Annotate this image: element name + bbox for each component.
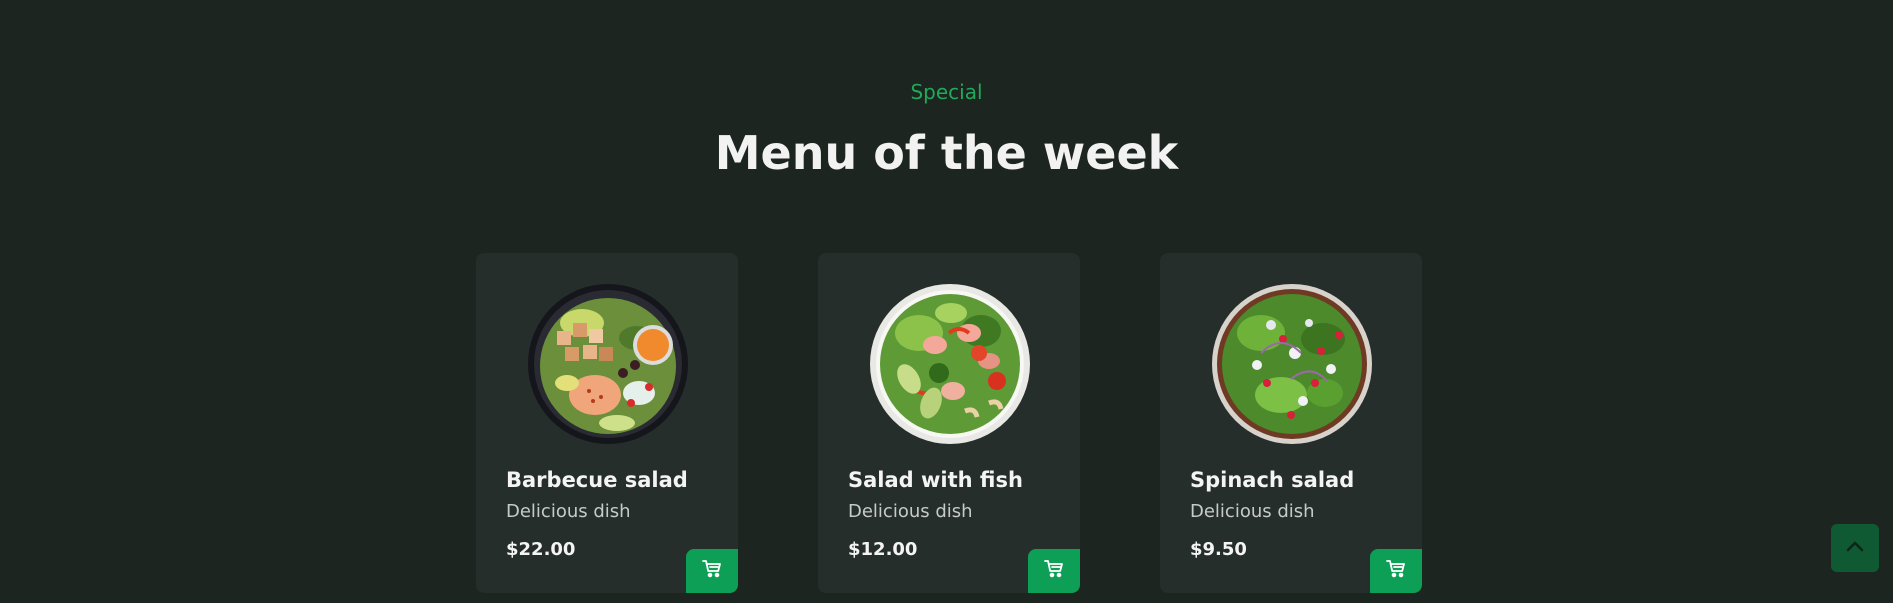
fish-salad-image xyxy=(869,283,1031,445)
menu-card-salad-with-fish: Salad with fish Delicious dish $12.00 xyxy=(818,253,1080,593)
cart-icon xyxy=(1044,559,1064,583)
dish-description: Delicious dish xyxy=(506,501,631,522)
chevron-up-icon xyxy=(1846,539,1864,557)
add-to-cart-button[interactable] xyxy=(1028,549,1080,593)
dish-description: Delicious dish xyxy=(1190,501,1315,522)
section-title: Menu of the week xyxy=(714,126,1179,180)
menu-card-barbecue-salad: Barbecue salad Delicious dish $22.00 xyxy=(476,253,738,593)
cart-icon xyxy=(702,559,722,583)
dish-name: Salad with fish xyxy=(848,468,1023,492)
menu-cards: Barbecue salad Delicious dish $22.00 Sal… xyxy=(476,253,1422,593)
section-subtitle: Special xyxy=(910,80,983,104)
dish-price: $12.00 xyxy=(848,539,918,560)
dish-price: $22.00 xyxy=(506,539,576,560)
menu-section: Special Menu of the week Barbecue salad … xyxy=(0,0,1893,603)
spinach-salad-image xyxy=(1211,283,1373,445)
add-to-cart-button[interactable] xyxy=(686,549,738,593)
cart-icon xyxy=(1386,559,1406,583)
dish-description: Delicious dish xyxy=(848,501,973,522)
barbecue-salad-image xyxy=(527,283,689,445)
dish-name: Barbecue salad xyxy=(506,468,688,492)
scroll-up-button[interactable] xyxy=(1831,524,1879,572)
add-to-cart-button[interactable] xyxy=(1370,549,1422,593)
dish-price: $9.50 xyxy=(1190,539,1247,560)
menu-card-spinach-salad: Spinach salad Delicious dish $9.50 xyxy=(1160,253,1422,593)
dish-name: Spinach salad xyxy=(1190,468,1355,492)
